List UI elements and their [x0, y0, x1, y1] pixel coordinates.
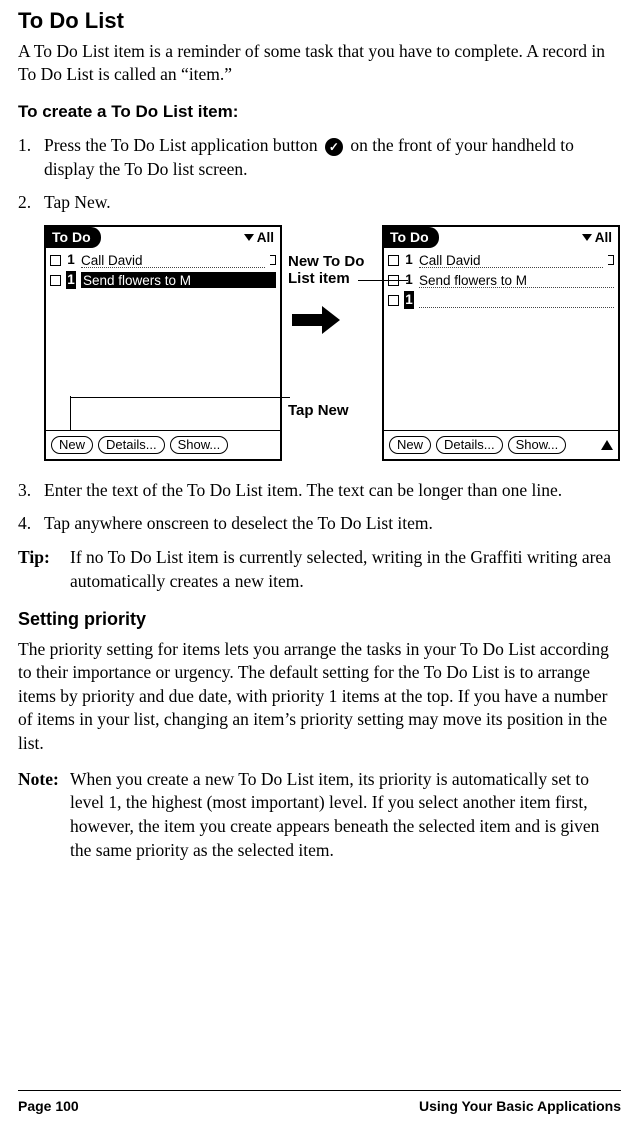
category-label: All [595, 229, 612, 247]
step-4: 4. Tap anywhere onscreen to deselect the… [18, 512, 621, 536]
steps-list: 1. Press the To Do List application butt… [18, 134, 621, 215]
step-body: Press the To Do List application button … [44, 134, 621, 181]
scroll-up-icon[interactable] [601, 440, 613, 450]
palm-app-title: To Do [384, 227, 439, 248]
item-text[interactable]: Send flowers to M [419, 272, 614, 288]
leader-line [70, 396, 71, 430]
category-dropdown[interactable]: All [244, 229, 280, 247]
footer-section-title: Using Your Basic Applications [419, 1097, 621, 1116]
palm-titlebar: To Do All [46, 227, 280, 249]
list-item[interactable]: 1 [388, 291, 614, 311]
step-1-text-a: Press the To Do List application button [44, 135, 322, 155]
leader-line [70, 397, 290, 398]
palm-screen-before: To Do All 1 Call David 1 Send flowers to… [44, 225, 282, 461]
tip-label: Tip: [18, 546, 70, 593]
note-text: When you create a new To Do List item, i… [70, 768, 621, 863]
figure: To Do All 1 Call David 1 Send flowers to… [44, 225, 621, 463]
step-body: Tap New. [44, 191, 621, 215]
palm-app-title: To Do [46, 227, 101, 248]
category-label: All [257, 229, 274, 247]
step-number: 1. [18, 134, 44, 181]
list-item[interactable]: 1 Call David [388, 251, 614, 271]
arrow-right-icon [292, 309, 342, 331]
details-button[interactable]: Details... [98, 436, 165, 454]
step-number: 4. [18, 512, 44, 536]
todo-app-button-icon: ✓ [325, 138, 343, 156]
label-new-item: New To Do List item [288, 253, 376, 288]
new-button[interactable]: New [51, 436, 93, 454]
checkbox-icon[interactable] [388, 275, 399, 286]
palm-button-bar: New Details... Show... [384, 431, 618, 459]
checkbox-icon[interactable] [388, 295, 399, 306]
list-item[interactable]: 1 Send flowers to M [388, 271, 614, 291]
priority[interactable]: 1 [66, 251, 76, 269]
step-2: 2. Tap New. [18, 191, 621, 215]
list-item[interactable]: 1 Call David [50, 251, 276, 271]
item-text[interactable]: Call David [81, 252, 265, 268]
tip-block: Tip: If no To Do List item is currently … [18, 546, 621, 593]
palm-titlebar: To Do All [384, 227, 618, 249]
tip-text: If no To Do List item is currently selec… [70, 546, 621, 593]
checkbox-icon[interactable] [50, 275, 61, 286]
step-body: Tap anywhere onscreen to deselect the To… [44, 512, 621, 536]
priority[interactable]: 1 [66, 271, 76, 289]
palm-screen-after: To Do All 1 Call David 1 Send flowers to… [382, 225, 620, 461]
create-heading: To create a To Do List item: [18, 101, 621, 124]
step-number: 3. [18, 479, 44, 503]
priority[interactable]: 1 [404, 291, 414, 309]
step-3: 3. Enter the text of the To Do List item… [18, 479, 621, 503]
new-button[interactable]: New [389, 436, 431, 454]
category-dropdown[interactable]: All [582, 229, 618, 247]
priority-heading: Setting priority [18, 607, 621, 631]
page-footer: Page 100 Using Your Basic Applications [18, 1090, 621, 1116]
show-button[interactable]: Show... [508, 436, 567, 454]
step-number: 2. [18, 191, 44, 215]
footer-page-number: Page 100 [18, 1097, 79, 1116]
intro-paragraph: A To Do List item is a reminder of some … [18, 40, 621, 87]
list-item[interactable]: 1 Send flowers to M [50, 271, 276, 291]
checkbox-icon[interactable] [388, 255, 399, 266]
steps-list-cont: 3. Enter the text of the To Do List item… [18, 479, 621, 536]
step-body: Enter the text of the To Do List item. T… [44, 479, 621, 503]
note-icon[interactable] [608, 255, 614, 265]
item-text[interactable]: Send flowers to M [81, 272, 276, 288]
page-title: To Do List [18, 6, 621, 36]
palm-body: 1 Call David 1 Send flowers to M [46, 249, 280, 431]
priority[interactable]: 1 [404, 251, 414, 269]
note-label: Note: [18, 768, 70, 863]
figure-labels: New To Do List item Tap New [288, 225, 376, 463]
checkbox-icon[interactable] [50, 255, 61, 266]
palm-body: 1 Call David 1 Send flowers to M 1 [384, 249, 618, 431]
priority[interactable]: 1 [404, 271, 414, 289]
note-block: Note: When you create a new To Do List i… [18, 768, 621, 863]
priority-paragraph: The priority setting for items lets you … [18, 638, 621, 756]
show-button[interactable]: Show... [170, 436, 229, 454]
item-text[interactable] [419, 292, 614, 308]
palm-button-bar: New Details... Show... [46, 431, 280, 459]
step-1: 1. Press the To Do List application butt… [18, 134, 621, 181]
dropdown-icon [582, 234, 592, 241]
item-text[interactable]: Call David [419, 252, 603, 268]
label-tap-new: Tap New [288, 402, 376, 419]
note-icon[interactable] [270, 255, 276, 265]
details-button[interactable]: Details... [436, 436, 503, 454]
dropdown-icon [244, 234, 254, 241]
